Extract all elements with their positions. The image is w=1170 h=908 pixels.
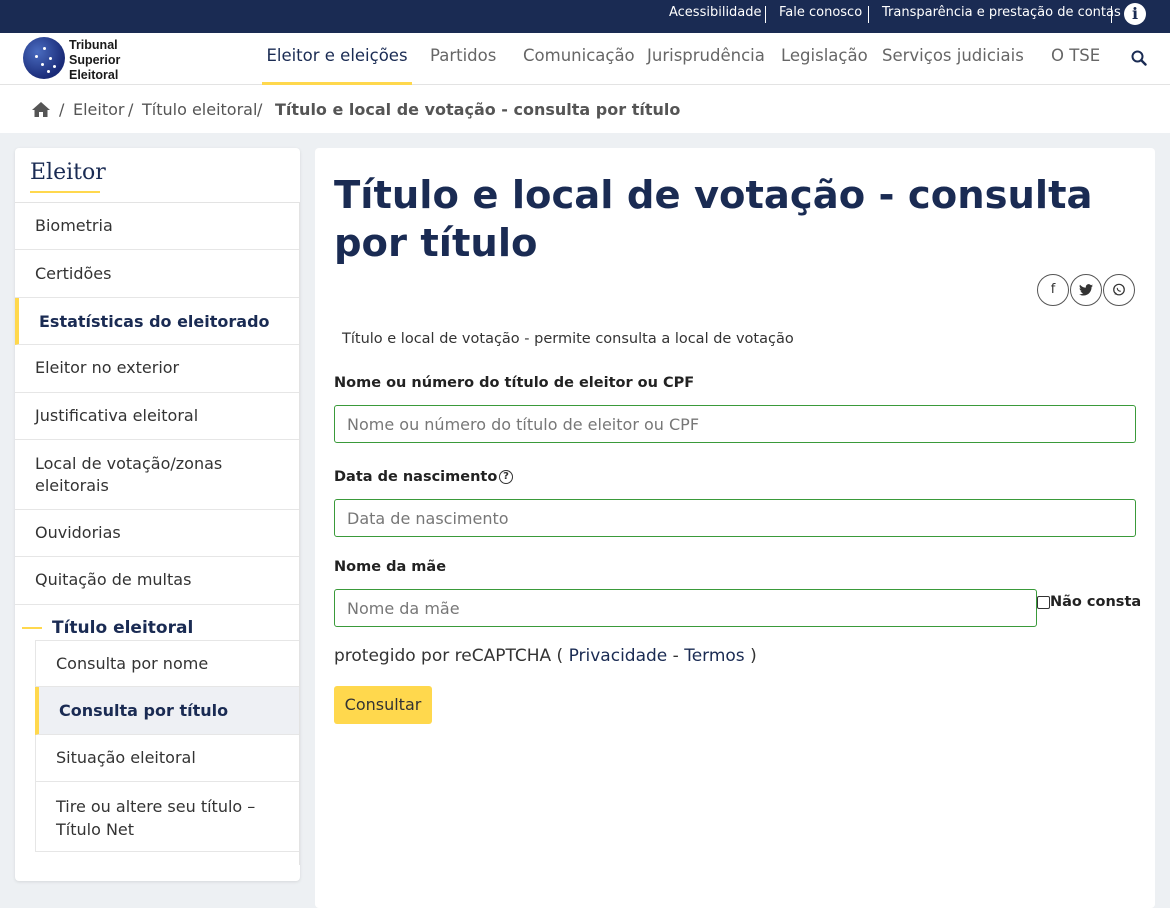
breadcrumb-titulo[interactable]: Título eleitoral	[142, 100, 257, 119]
nav-otse[interactable]: O TSE	[1051, 33, 1100, 85]
site-header: Tribunal Superior Eleitoral Eleitor e el…	[0, 33, 1170, 85]
accessibility-link[interactable]: Acessibilidade	[669, 5, 762, 20]
sidebar-sub-consulta-titulo[interactable]: Consulta por título	[35, 687, 299, 735]
birth-field-label: Data de nascimento	[334, 469, 498, 485]
transparency-link[interactable]: Transparência e prestação de contas	[882, 5, 1121, 20]
no-mother-label[interactable]: Não consta	[1050, 594, 1141, 610]
sidebar-item-biometria[interactable]: Biometria	[15, 203, 299, 250]
search-icon[interactable]	[1131, 50, 1147, 66]
contact-link[interactable]: Fale conosco	[779, 5, 862, 20]
section-marker	[22, 627, 42, 629]
tse-logo-icon[interactable]	[23, 37, 65, 79]
help-icon[interactable]: ?	[499, 470, 513, 484]
nav-partidos[interactable]: Partidos	[430, 33, 496, 85]
sidebar-item-local-votacao[interactable]: Local de votação/zonas eleitorais	[15, 440, 299, 510]
breadcrumb-separator: /	[257, 100, 263, 119]
sidebar-item-estatisticas[interactable]: Estatísticas do eleitorado	[15, 298, 299, 345]
mother-field-label: Nome da mãe	[334, 559, 447, 575]
consultar-button[interactable]: Consultar	[334, 686, 432, 724]
breadcrumb: / Eleitor / Título eleitoral / Título e …	[0, 85, 1170, 133]
no-mother-checkbox[interactable]	[1037, 596, 1050, 609]
divider	[765, 6, 766, 23]
breadcrumb-separator: /	[128, 100, 134, 119]
nav-jurisprudencia[interactable]: Jurisprudência	[647, 33, 765, 85]
recaptcha-terms-link[interactable]: Termos	[684, 646, 744, 666]
sidebar-sub-titulo-net[interactable]: Tire ou altere seu título – Título Net	[35, 782, 299, 852]
nav-legislacao[interactable]: Legislação	[781, 33, 868, 85]
top-bar: Acessibilidade Fale conosco Transparênci…	[0, 0, 1170, 33]
main-content: Título e local de votação - consulta por…	[315, 148, 1155, 908]
whatsapp-share-icon[interactable]	[1103, 274, 1135, 306]
whatsapp-icon	[1113, 283, 1125, 296]
page-description: Título e local de votação - permite cons…	[342, 331, 794, 347]
recaptcha-privacy-link[interactable]: Privacidade	[569, 646, 668, 666]
sidebar-item-justificativa[interactable]: Justificativa eleitoral	[15, 393, 299, 440]
sidebar-item-certidoes[interactable]: Certidões	[15, 250, 299, 298]
mother-name-input[interactable]	[334, 589, 1037, 627]
divider	[868, 6, 869, 23]
nav-eleitor[interactable]: Eleitor e eleições	[262, 33, 412, 85]
sidebar-item-exterior[interactable]: Eleitor no exterior	[15, 345, 299, 393]
birth-date-input[interactable]	[334, 499, 1136, 537]
home-icon[interactable]	[31, 101, 51, 118]
sidebar-sub-consulta-nome[interactable]: Consulta por nome	[35, 640, 299, 687]
nav-comunicacao[interactable]: Comunicação	[523, 33, 635, 85]
logo-text[interactable]: Tribunal Superior Eleitoral	[69, 38, 120, 83]
sidebar: Eleitor Biometria Certidões Estatísticas…	[15, 148, 300, 881]
facebook-share-icon[interactable]: f	[1037, 274, 1069, 306]
id-input[interactable]	[334, 405, 1136, 443]
sidebar-item-ouvidorias[interactable]: Ouvidorias	[15, 510, 299, 557]
recaptcha-notice: protegido por reCAPTCHA ( Privacidade - …	[334, 646, 757, 666]
sidebar-item-quitacao[interactable]: Quitação de multas	[15, 557, 299, 605]
page-title: Título e local de votação - consulta por…	[334, 173, 1093, 266]
twitter-icon	[1079, 284, 1093, 296]
breadcrumb-current: Título e local de votação - consulta por…	[275, 100, 681, 119]
id-field-label: Nome ou número do título de eleitor ou C…	[334, 375, 695, 391]
divider	[1111, 6, 1112, 23]
title-underline	[30, 191, 100, 193]
sidebar-section-titulo[interactable]: Título eleitoral	[52, 618, 193, 638]
nav-servicos[interactable]: Serviços judiciais	[882, 33, 1024, 85]
breadcrumb-separator: /	[59, 100, 65, 119]
twitter-share-icon[interactable]	[1070, 274, 1102, 306]
info-icon[interactable]: i	[1124, 3, 1146, 25]
sidebar-title: Eleitor	[30, 160, 106, 185]
sidebar-sub-situacao[interactable]: Situação eleitoral	[35, 735, 299, 782]
breadcrumb-eleitor[interactable]: Eleitor	[73, 100, 124, 119]
